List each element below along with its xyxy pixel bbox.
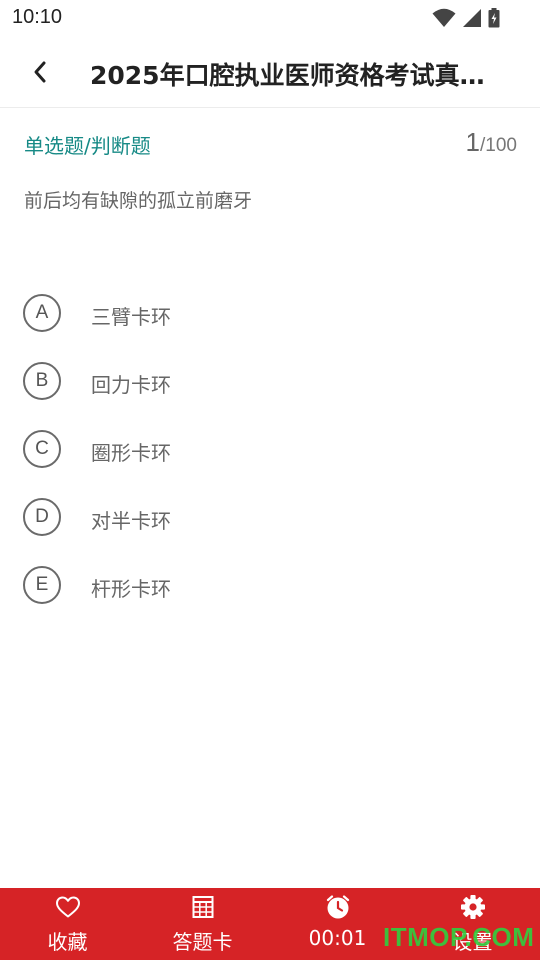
answer-card-label: 答题卡 [172,930,233,954]
option-a[interactable]: A 三臂卡环 [0,292,540,360]
question-counter: 1/100 [466,127,517,158]
option-letter: A [23,294,61,332]
grid-icon [192,896,213,918]
option-letter: B [23,362,61,400]
option-letter: C [23,430,61,468]
timer-label: 00:01 [308,926,367,950]
option-c[interactable]: C 圈形卡环 [0,428,540,496]
app-bar: 2025年口腔执业医师资格考试真… [0,36,540,108]
option-text: 对半卡环 [91,509,171,533]
question-type-label: 单选题/判断题 [24,134,151,158]
status-bar: 10:10 [0,0,540,36]
back-button[interactable] [22,54,58,90]
timer-button[interactable]: 00:01 [270,888,405,960]
option-text: 回力卡环 [91,373,171,397]
option-b[interactable]: B 回力卡环 [0,360,540,428]
current-question-number: 1 [465,127,481,157]
favorite-button[interactable]: 收藏 [0,888,135,960]
option-letter: D [23,498,61,536]
option-text: 杆形卡环 [91,577,171,601]
question-text: 前后均有缺隙的孤立前磨牙 [24,190,253,212]
signal-icon [463,9,481,27]
clock-icon [326,895,349,919]
status-icons [432,7,500,29]
answer-card-button[interactable]: 答题卡 [135,888,270,960]
option-letter: E [23,566,61,604]
gear-icon [460,895,485,919]
settings-button[interactable]: 设置 [405,888,540,960]
bottom-bar: 收藏 答题卡 00:01 设置 [0,888,540,960]
back-arrow-icon [34,61,46,83]
favorite-label: 收藏 [47,930,88,954]
option-text: 圈形卡环 [91,441,171,465]
settings-label: 设置 [452,930,493,954]
heart-icon [55,896,80,918]
option-e[interactable]: E 杆形卡环 [0,564,540,632]
status-time: 10:10 [12,6,63,28]
option-text: 三臂卡环 [91,305,171,329]
wifi-icon [432,8,456,27]
page-title: 2025年口腔执业医师资格考试真… [90,61,485,90]
option-d[interactable]: D 对半卡环 [0,496,540,564]
answer-options: A 三臂卡环 B 回力卡环 C 圈形卡环 D 对半卡环 E 杆形卡环 [0,292,540,632]
battery-icon [488,8,500,28]
total-question-count: /100 [480,135,517,156]
